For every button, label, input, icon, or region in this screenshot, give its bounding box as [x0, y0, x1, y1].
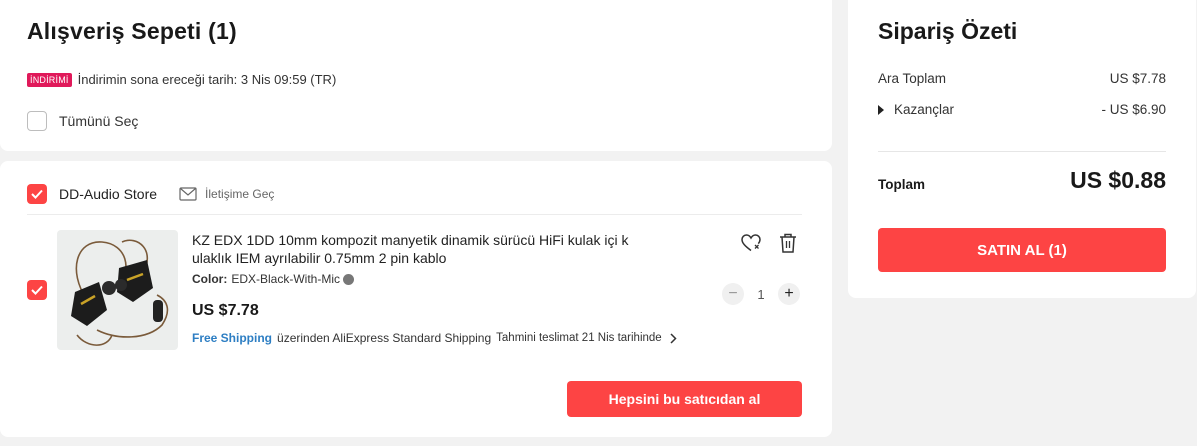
product-title[interactable]: KZ EDX 1DD 10mm kompozit manyetik dinami… [192, 231, 662, 267]
shipping-info[interactable]: Free Shipping üzerinden AliExpress Stand… [192, 331, 677, 345]
plus-icon[interactable]: + [778, 283, 800, 305]
item-actions [741, 233, 815, 253]
quantity-value[interactable]: 1 [744, 287, 778, 302]
expand-triangle-icon[interactable] [878, 104, 884, 115]
discount-text: İndirimin sona ereceği tarih: 3 Nis 09:5… [77, 72, 337, 87]
cart-header-card: Alışveriş Sepeti (1) İNDİRİMİ İndirimin … [0, 0, 832, 151]
check-icon [31, 189, 43, 199]
summary-divider [878, 151, 1166, 152]
mail-icon [179, 187, 197, 201]
discount-notice: İNDİRİMİ İndirimin sona ereceği tarih: 3… [27, 72, 336, 87]
order-summary-card: Sipariş Özeti Ara Toplam US $7.78 Kazanç… [848, 0, 1196, 298]
earphones-image [71, 239, 169, 346]
discount-badge: İNDİRİMİ [27, 72, 72, 87]
savings-label[interactable]: Kazançlar [894, 102, 954, 117]
contact-seller-link[interactable]: İletişime Geç [179, 187, 274, 201]
item-checkbox[interactable] [27, 280, 47, 300]
checkout-button[interactable]: SATIN AL (1) [878, 228, 1166, 272]
color-swatch [343, 273, 354, 285]
total-label: Toplam [878, 177, 925, 192]
free-shipping-label: Free Shipping [192, 331, 273, 345]
product-image[interactable] [57, 230, 178, 350]
savings-row[interactable]: Kazançlar - US $6.90 [878, 102, 1166, 117]
chevron-right-icon[interactable] [670, 332, 677, 344]
store-divider [27, 214, 802, 215]
total-value: US $0.88 [1070, 167, 1166, 193]
wishlist-heart-icon[interactable] [741, 234, 761, 252]
savings-value: - US $6.90 [1101, 102, 1166, 117]
minus-icon[interactable]: − [722, 283, 744, 305]
contact-seller-label[interactable]: İletişime Geç [205, 187, 274, 201]
store-header: DD-Audio Store İletişime Geç [27, 184, 274, 204]
product-variant[interactable]: Color: EDX-Black-With-Mic [192, 272, 354, 286]
summary-title: Sipariş Özeti [878, 18, 1018, 44]
page-title: Alışveriş Sepeti (1) [27, 18, 237, 44]
shipping-method: üzerinden AliExpress Standard Shipping [277, 331, 492, 345]
store-card: DD-Audio Store İletişime Geç KZ EDX 1DD … [0, 161, 832, 437]
variant-value: EDX-Black-With-Mic [231, 272, 340, 286]
store-checkbox[interactable] [27, 184, 47, 204]
store-name[interactable]: DD-Audio Store [59, 186, 157, 202]
delivery-estimate: Tahmini teslimat 21 Nis tarihinde [496, 332, 662, 344]
variant-label: Color: [192, 272, 228, 286]
product-price: US $7.78 [192, 302, 259, 319]
select-all-row[interactable]: Tümünü Seç [27, 111, 138, 131]
subtotal-value: US $7.78 [1109, 71, 1166, 86]
subtotal-label: Ara Toplam [878, 71, 947, 86]
buy-all-from-store-button[interactable]: Hepsini bu satıcıdan al [567, 381, 802, 417]
select-all-checkbox[interactable] [27, 111, 47, 131]
trash-icon[interactable] [779, 233, 797, 253]
select-all-label[interactable]: Tümünü Seç [59, 113, 138, 129]
quantity-stepper[interactable]: − 1 + [722, 283, 800, 305]
check-icon [31, 285, 43, 295]
subtotal-row: Ara Toplam US $7.78 [878, 71, 1166, 86]
